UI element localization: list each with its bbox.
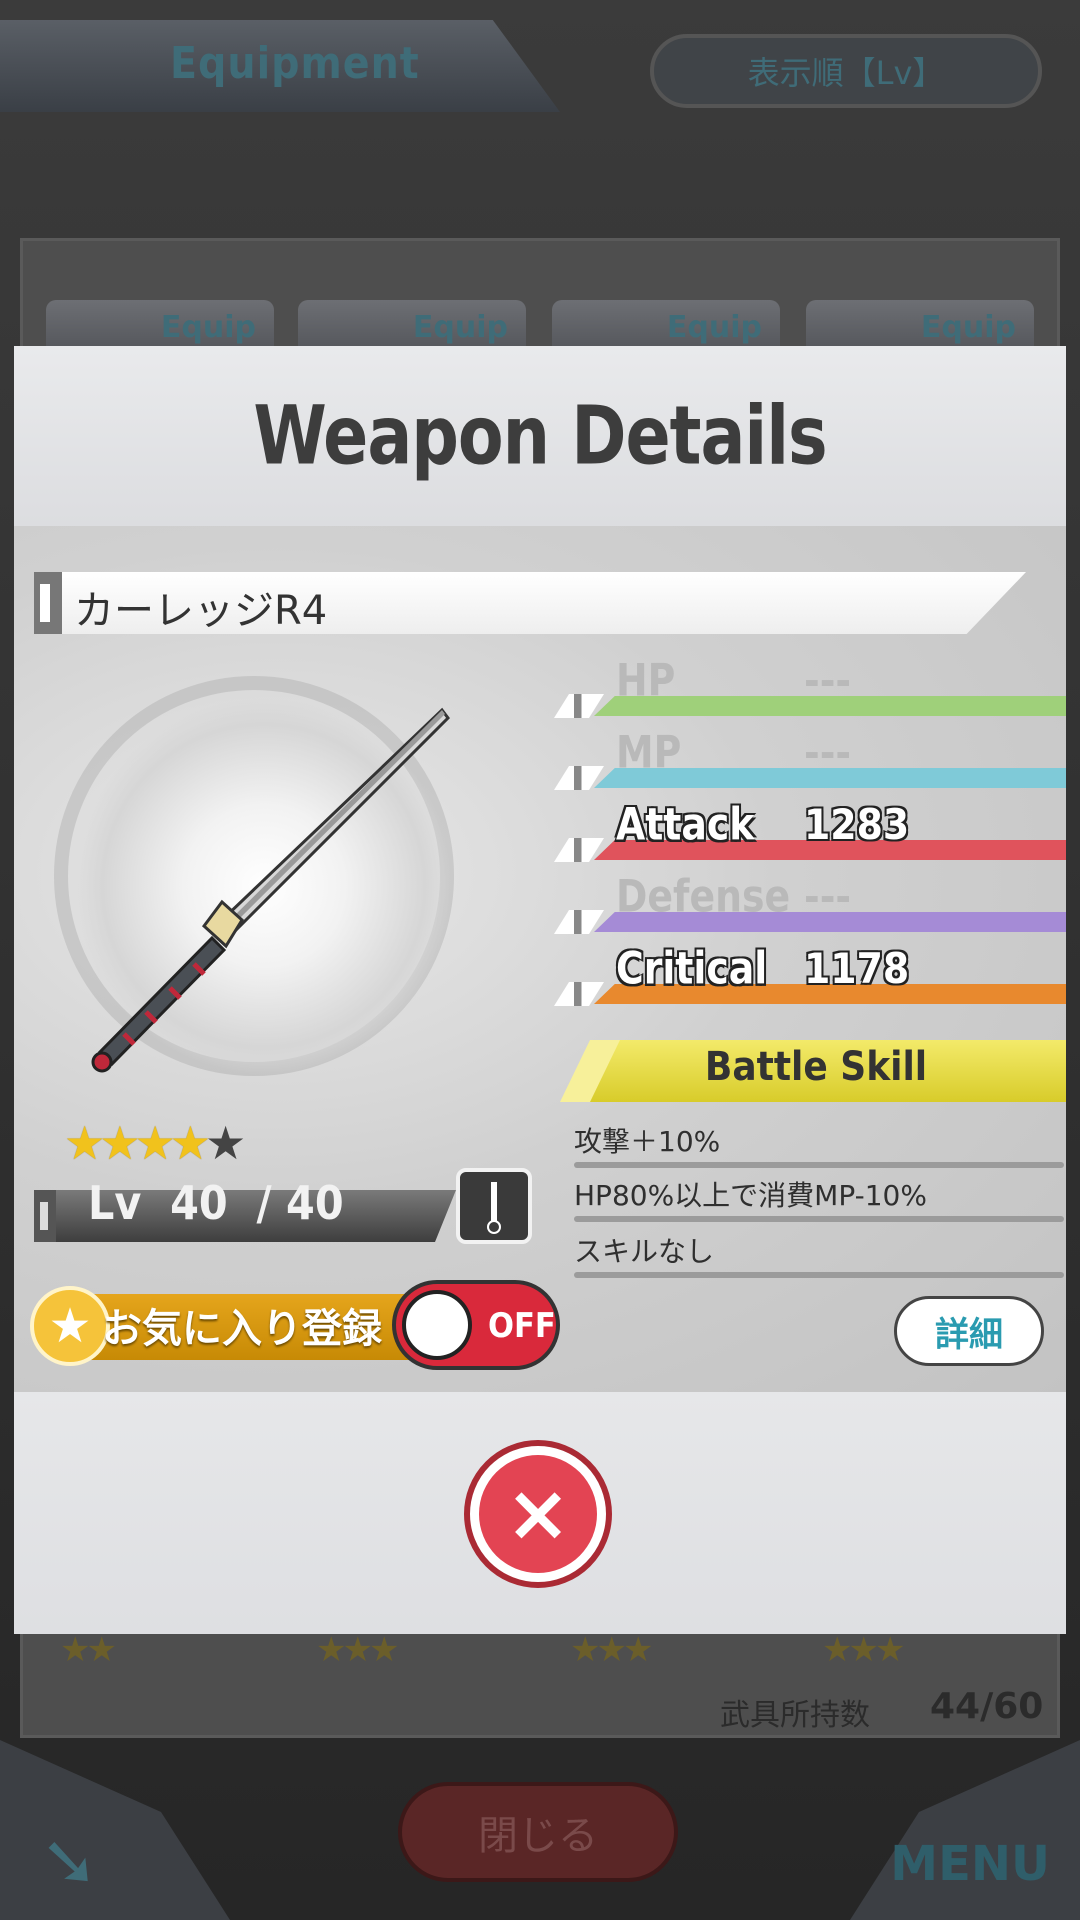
equip-label: Equip: [666, 310, 762, 345]
modal-title: Weapon Details: [253, 388, 827, 484]
skill-line: スキルなし: [574, 1235, 715, 1268]
equip-label: Equip: [920, 310, 1016, 345]
banner-cap: [34, 572, 62, 634]
equip-label: Equip: [412, 310, 508, 345]
stat-row-mp: MP ---: [554, 726, 1066, 798]
stat-value: 1283: [804, 800, 910, 849]
lock-button[interactable]: [456, 1168, 532, 1244]
close-button[interactable]: ×: [464, 1440, 612, 1588]
stat-label: Defense: [616, 870, 791, 923]
background-close-button: 閉じる: [398, 1782, 678, 1882]
modal-header: Weapon Details: [14, 346, 1066, 526]
close-icon: ×: [479, 1455, 597, 1573]
background-stars: ★★★: [822, 1630, 905, 1670]
stat-label: MP: [616, 726, 682, 779]
background-stars: ★★★: [570, 1630, 653, 1670]
battle-skill-title: Battle Skill: [704, 1044, 928, 1090]
detail-button[interactable]: 詳細: [894, 1296, 1044, 1366]
equip-label: Equip: [160, 310, 256, 345]
favorite-label: お気に入り登録: [102, 1306, 382, 1352]
stat-row-critical: Critical 1178: [554, 942, 1066, 1014]
stat-row-defense: Defense ---: [554, 870, 1066, 942]
equipment-title: Equipment: [170, 38, 420, 89]
stat-row-attack: Attack 1283: [554, 798, 1066, 870]
stat-value: ---: [804, 728, 852, 777]
star-filled-icon: ★: [99, 1116, 140, 1170]
stat-label: Critical: [616, 942, 768, 995]
sort-order-button: 表示順【Lv】: [650, 34, 1042, 108]
stat-value: ---: [804, 656, 852, 705]
back-arrow-icon: ➘: [40, 1820, 99, 1902]
star-filled-icon: ★: [134, 1116, 176, 1170]
skill-line: HP80%以上で消費MP-10%: [574, 1179, 927, 1212]
level-bar-cap: [34, 1190, 56, 1242]
stat-label: Attack: [616, 798, 755, 851]
menu-label: MENU: [890, 1836, 1050, 1892]
weapon-details-panel: カーレッジR4 ★★★★★ Lv 40 / 40 ★ お気に入り登録 OFF H…: [14, 526, 1066, 1392]
skill-divider: [574, 1216, 1064, 1222]
star-empty-icon: ★: [205, 1116, 246, 1170]
holdings-label: 武具所持数: [720, 1698, 870, 1733]
toggle-label: OFF: [488, 1306, 556, 1346]
level-text: Lv 40 / 40: [88, 1176, 344, 1230]
skill-divider: [574, 1272, 1064, 1278]
stat-value: 1178: [804, 944, 910, 993]
toggle-knob: [402, 1290, 472, 1360]
sword-icon: [91, 707, 450, 1073]
background-stars: ★★★: [316, 1630, 399, 1670]
skill-line: 攻撃＋10%: [574, 1125, 721, 1158]
stat-row-hp: HP ---: [554, 654, 1066, 726]
weapon-name: カーレッジR4: [74, 588, 328, 634]
favorite-star-icon: ★: [30, 1286, 110, 1366]
background-stars: ★★: [60, 1630, 117, 1670]
menu-button: [850, 1740, 1080, 1920]
star-filled-icon: ★: [64, 1116, 105, 1170]
stat-label: HP: [616, 654, 676, 707]
holdings-value: 44/60: [930, 1686, 1044, 1727]
skill-divider: [574, 1162, 1064, 1168]
favorite-toggle[interactable]: OFF: [392, 1280, 560, 1370]
back-button: [0, 1740, 230, 1920]
rarity-stars: ★★★★★: [64, 1116, 246, 1170]
stat-value: ---: [804, 872, 852, 921]
star-filled-icon: ★: [169, 1116, 211, 1170]
